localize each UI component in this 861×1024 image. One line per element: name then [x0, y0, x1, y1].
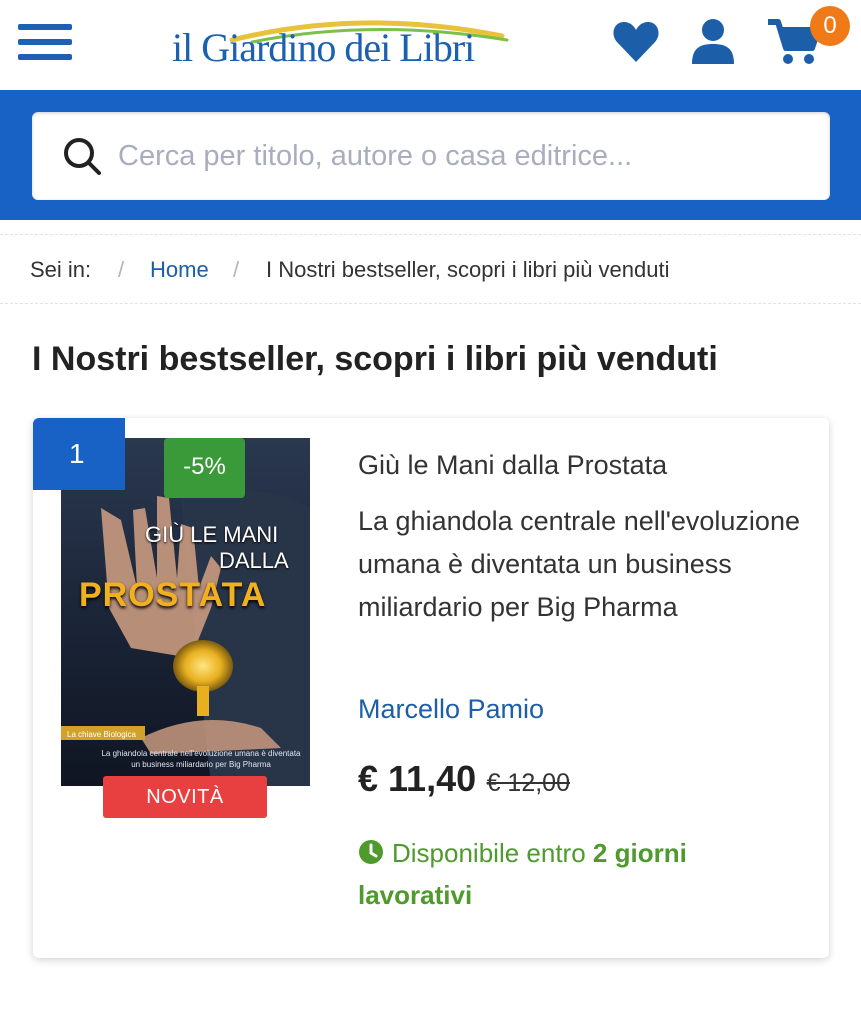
cover-tagline: La ghiandola centrale nell'evoluzione um… — [101, 749, 301, 769]
discount-badge: -5% — [164, 438, 245, 498]
page-title: I Nostri bestseller, scopri i libri più … — [32, 340, 718, 378]
availability-info: Disponibile entro 2 giorni lavorativi — [358, 832, 798, 916]
product-title-link[interactable]: Giù le Mani dalla Prostata — [358, 450, 798, 481]
search-box[interactable] — [32, 112, 830, 200]
new-badge: NOVITÀ — [103, 776, 267, 818]
user-account-icon[interactable] — [690, 18, 736, 66]
breadcrumb: Sei in: / Home / I Nostri bestseller, sc… — [0, 234, 861, 304]
cover-title-line1: GIÙ LE MANI — [145, 522, 279, 547]
breadcrumb-home-link[interactable]: Home — [150, 235, 209, 305]
breadcrumb-current: I Nostri bestseller, scopri i libri più … — [266, 257, 670, 282]
logo-text: il Giardino dei Libri — [172, 25, 475, 70]
breadcrumb-separator: / — [118, 257, 125, 282]
rank-badge: 1 — [33, 418, 125, 490]
search-icon[interactable] — [62, 136, 102, 176]
product-old-price: € 12,00 — [486, 769, 570, 797]
availability-text: Disponibile entro — [392, 838, 586, 868]
price-row: € 11,40 € 12,00 — [358, 758, 570, 800]
product-author-link[interactable]: Marcello Pamio — [358, 694, 544, 725]
clock-icon — [359, 840, 383, 864]
product-subtitle: La ghiandola centrale nell'evoluzione um… — [358, 506, 800, 622]
breadcrumb-separator: / — [233, 257, 240, 282]
menu-icon[interactable] — [18, 22, 74, 62]
cart-count-badge: 0 — [810, 6, 850, 46]
wishlist-heart-icon[interactable] — [612, 20, 660, 64]
cover-title-line2: DALLA — [219, 548, 289, 573]
breadcrumb-prefix: Sei in: — [30, 257, 92, 282]
search-input[interactable] — [118, 132, 808, 180]
product-price: € 11,40 — [358, 758, 477, 799]
site-header: il Giardino dei Libri 0 — [0, 0, 861, 90]
site-logo[interactable]: il Giardino dei Libri — [172, 14, 512, 74]
cover-series: La chiave Biologica — [67, 730, 136, 739]
search-bar-area — [0, 90, 861, 220]
cover-title-line3: PROSTATA — [79, 576, 267, 614]
